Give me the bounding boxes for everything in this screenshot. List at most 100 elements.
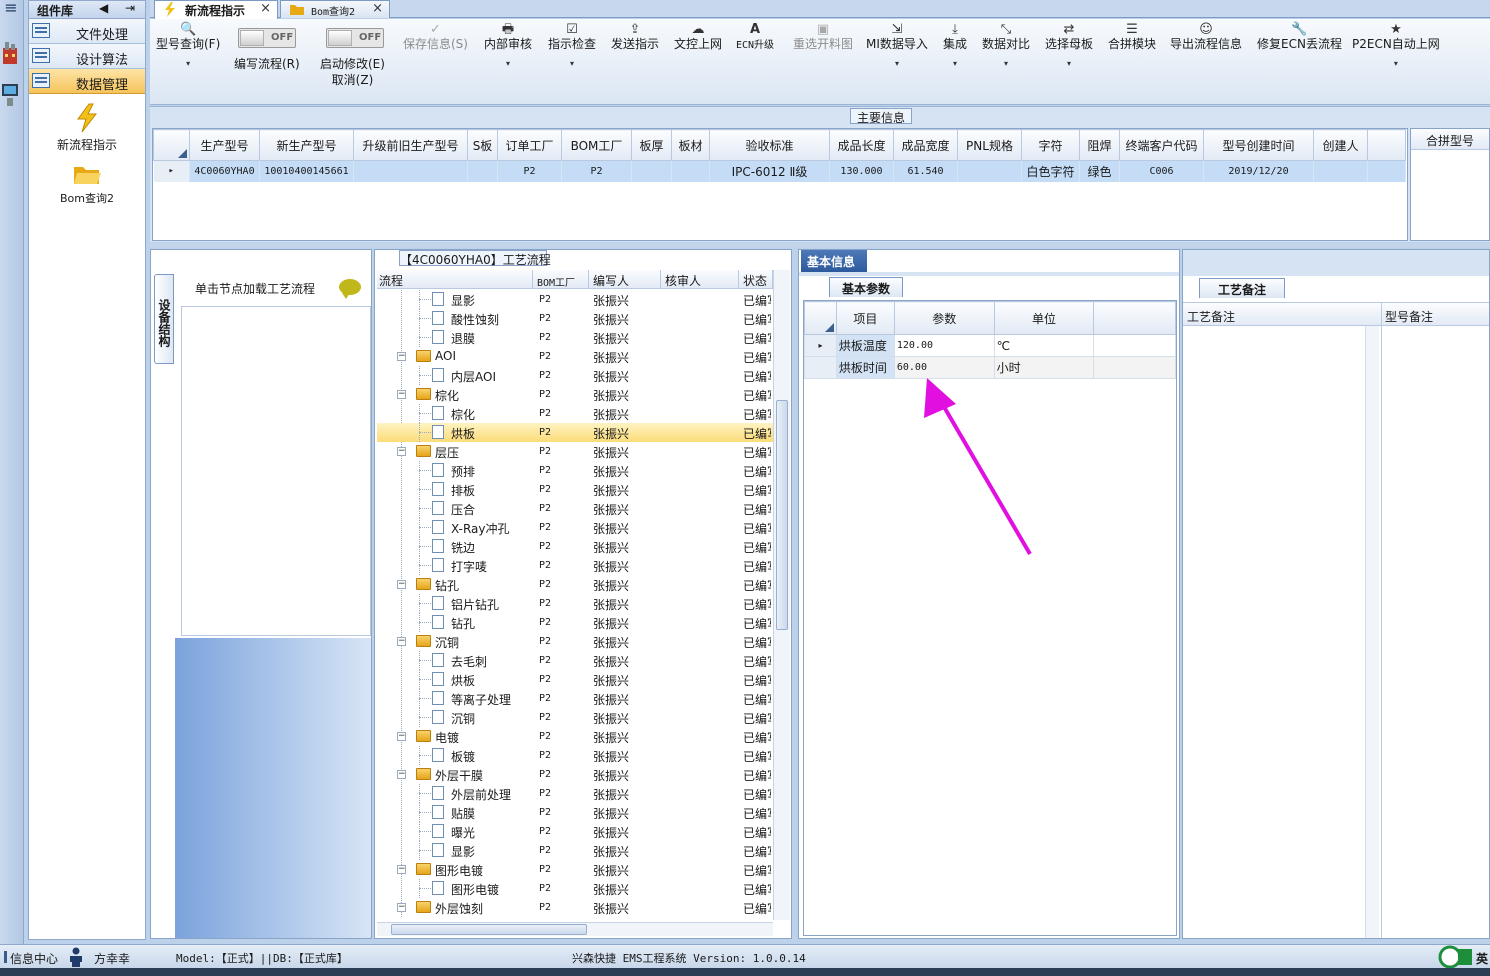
column-header[interactable]: 型号创建时间 [1203, 129, 1314, 161]
input-method-label[interactable]: 英 [1476, 950, 1488, 967]
pin-icon[interactable]: ⇥ [125, 1, 135, 15]
tree-row[interactable]: X-Ray冲孔 P2 张振兴 已编写 [377, 518, 773, 537]
tree-row[interactable]: 贴膜 P2 张振兴 已编写 [377, 803, 773, 822]
cell-customer-code[interactable]: C006 [1119, 160, 1204, 182]
column-header[interactable]: S板 [467, 129, 498, 161]
tree-row[interactable]: − 图形电镀 P2 张振兴 已编写 [377, 860, 773, 879]
column-header[interactable]: 生产型号 [189, 129, 260, 161]
collapse-toggle-icon[interactable]: − [397, 580, 406, 589]
collapse-toggle-icon[interactable]: − [397, 903, 406, 912]
tree-row[interactable]: 沉铜 P2 张振兴 已编写 [377, 708, 773, 727]
collapse-toggle-icon[interactable]: − [397, 637, 406, 646]
chevron-down-icon[interactable]: ▾ [982, 57, 1030, 71]
cell-new-production-model[interactable]: 10010400145661 [259, 160, 354, 182]
enable-edit-button[interactable]: 启动修改(E) 取消(Z) [320, 57, 385, 87]
tool-new-flow-instruction[interactable]: 新流程指示 [29, 103, 145, 153]
instruction-check-button[interactable]: ☑ 指示检查 ▾ [548, 23, 596, 71]
chevron-down-icon[interactable]: ▾ [866, 57, 928, 71]
input-method-logo-icon[interactable] [1438, 945, 1474, 969]
column-header[interactable]: 编写人 [591, 270, 661, 289]
tree-row[interactable]: 外层前处理 P2 张振兴 已编写 [377, 784, 773, 803]
table-row[interactable]: ▸ 烘板温度 120.00 ℃ [804, 334, 1176, 357]
column-header[interactable]: 核审人 [663, 270, 739, 289]
vertical-scrollbar[interactable] [1365, 326, 1379, 938]
tree-row[interactable]: 曝光 P2 张振兴 已编写 [377, 822, 773, 841]
tool-bom-query2[interactable]: Bom查询2 [29, 161, 145, 206]
cell-old-production-model[interactable] [353, 160, 468, 182]
cell-s-board[interactable] [467, 160, 498, 182]
collapse-toggle-icon[interactable]: − [397, 770, 406, 779]
column-header[interactable]: 验收标准 [709, 129, 830, 161]
tree-row[interactable]: 钻孔 P2 张振兴 已编写 [377, 613, 773, 632]
tree-row[interactable]: 烘板 P2 张振兴 已编写 [377, 670, 773, 689]
scrollbar-thumb[interactable] [776, 400, 788, 630]
close-tab-icon[interactable]: × [372, 1, 383, 16]
chevron-down-icon[interactable]: ▾ [1045, 57, 1093, 71]
tree-row[interactable]: 等离子处理 P2 张振兴 已编写 [377, 689, 773, 708]
category-design-algorithm[interactable]: 设计算法 [29, 44, 145, 69]
collapse-toggle-icon[interactable]: − [397, 447, 406, 456]
select-master-board-button[interactable]: ⇄ 选择母板 ▾ [1045, 23, 1093, 71]
model-query-button[interactable]: 🔍 型号查询(F) ▾ [156, 23, 220, 71]
tree-row[interactable]: 铝片钻孔 P2 张振兴 已编写 [377, 594, 773, 613]
send-instruction-button[interactable]: ⇪ 发送指示 [611, 23, 659, 52]
reselect-material-button[interactable]: ▣ 重选开料图 [793, 23, 853, 52]
horizontal-scrollbar[interactable] [377, 922, 773, 936]
vertical-scrollbar[interactable] [773, 270, 790, 920]
tree-row[interactable]: 图形电镀 P2 张振兴 已编写 [377, 879, 773, 898]
tab-new-flow-instruction[interactable]: 新流程指示 × [154, 0, 278, 19]
cell-thickness[interactable] [631, 160, 672, 182]
cell-param-input[interactable]: 120.00 [893, 334, 995, 357]
cell-creator[interactable] [1313, 160, 1368, 182]
tree-row[interactable]: − 外层干膜 P2 张振兴 已编写 [377, 765, 773, 784]
column-header[interactable]: 新生产型号 [259, 129, 354, 161]
tree-row[interactable]: 去毛刺 P2 张振兴 已编写 [377, 651, 773, 670]
info-center-label[interactable]: 信息中心 [10, 950, 58, 967]
column-header[interactable]: BOM工厂 [535, 270, 589, 289]
upload-online-button[interactable]: ☁ 文控上网 [674, 23, 722, 52]
tree-row[interactable]: 板镀 P2 张振兴 已编写 [377, 746, 773, 765]
tree-row[interactable]: 压合 P2 张振兴 已编写 [377, 499, 773, 518]
write-flow-toggle[interactable]: OFF [238, 28, 296, 48]
splitter[interactable] [150, 243, 1490, 248]
cancel-edit-label[interactable]: 取消(Z) [320, 73, 385, 87]
integrate-button[interactable]: ⤓ 集成 ▾ [943, 23, 967, 71]
column-header[interactable]: BOM工厂 [561, 129, 632, 161]
cell-material[interactable] [671, 160, 710, 182]
tree-row[interactable]: 打字唛 P2 张振兴 已编写 [377, 556, 773, 575]
chevron-down-icon[interactable]: ▾ [943, 57, 967, 71]
tab-process-notes[interactable]: 工艺备注 [1199, 278, 1285, 298]
column-header[interactable]: 阻焊 [1079, 129, 1120, 161]
cell-pnl-spec[interactable] [957, 160, 1022, 182]
p2ecn-auto-upload-button[interactable]: ★ P2ECN自动上网 ▾ [1352, 23, 1440, 71]
write-flow-button[interactable]: 编写流程(R) [234, 57, 300, 71]
internal-review-button[interactable]: 🖶 内部审核 ▾ [484, 23, 532, 71]
factory-icon[interactable] [1, 40, 19, 66]
row-selector-icon[interactable]: ▸ [153, 160, 190, 182]
save-info-button[interactable]: ✓ 保存信息(S) [403, 23, 468, 52]
speech-bubble-icon[interactable] [339, 279, 361, 299]
column-header[interactable]: 订单工厂 [497, 129, 562, 161]
tree-row[interactable]: − 钻孔 P2 张振兴 已编写 [377, 575, 773, 594]
device-tree-box[interactable] [181, 306, 371, 636]
mi-import-button[interactable]: ⇲ MI数据导入 ▾ [866, 23, 928, 71]
tree-row[interactable]: − 棕化 P2 张振兴 已编写 [377, 385, 773, 404]
column-header[interactable]: 字符 [1021, 129, 1080, 161]
cell-solder-mask[interactable]: 绿色 [1079, 160, 1120, 182]
enable-edit-toggle[interactable]: OFF [326, 28, 384, 48]
column-header[interactable]: 项目 [835, 301, 895, 335]
tree-row[interactable]: − AOI P2 张振兴 已编写 [377, 347, 773, 366]
collapse-toggle-icon[interactable]: − [397, 865, 406, 874]
tree-row[interactable]: − 沉铜 P2 张振兴 已编写 [377, 632, 773, 651]
tab-bom-query2[interactable]: Bom查询2 × [280, 0, 390, 18]
scrollbar-thumb[interactable] [391, 924, 587, 935]
chevron-down-icon[interactable]: ▾ [484, 57, 532, 71]
tree-row[interactable]: 退膜 P2 张振兴 已编写 [377, 328, 773, 347]
column-header[interactable]: 单位 [993, 301, 1095, 335]
collapse-toggle-icon[interactable]: − [397, 352, 406, 361]
tree-row[interactable]: − 外层蚀刻 P2 张振兴 已编写 [377, 898, 773, 917]
column-header[interactable]: 流程 [377, 270, 533, 289]
tree-row[interactable]: 预排 P2 张振兴 已编写 [377, 461, 773, 480]
cell-acceptance-standard[interactable]: IPC-6012 Ⅱ级 [709, 160, 830, 182]
tree-row[interactable]: 烘板 P2 张振兴 已编写 [377, 423, 773, 442]
